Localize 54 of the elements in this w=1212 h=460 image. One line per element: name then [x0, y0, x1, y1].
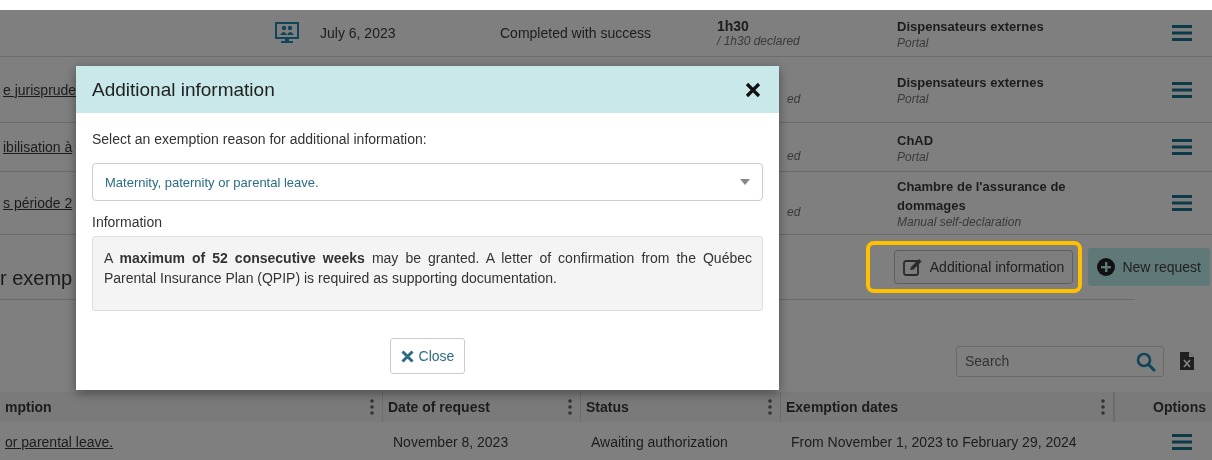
- column-header: Date of request: [388, 399, 490, 415]
- column-header: Exemption dates: [786, 399, 899, 415]
- activity-link[interactable]: ibilisation à: [0, 139, 76, 155]
- additional-info-button[interactable]: Additional information: [893, 250, 1074, 284]
- column-menu-icon[interactable]: [568, 399, 572, 415]
- column-menu-icon[interactable]: [768, 399, 772, 415]
- provider-name: ChAD: [897, 131, 935, 150]
- channel-text: Portal: [897, 35, 930, 50]
- channel-text: Portal: [897, 149, 930, 164]
- search-icon[interactable]: [1136, 351, 1156, 372]
- search-field[interactable]: Search: [956, 345, 1164, 377]
- exemption-link[interactable]: or parental leave.: [0, 434, 383, 450]
- provider-name: Dispensateurs externes: [897, 17, 1045, 36]
- declared-duration: ed: [787, 205, 801, 219]
- close-icon: [400, 349, 414, 363]
- menu-icon[interactable]: [1172, 81, 1192, 98]
- table-cell-text: November 8, 2023: [392, 434, 510, 450]
- provider-name: Dispensateurs externes: [897, 74, 1045, 92]
- monitor-icon: [275, 22, 299, 44]
- table-cell-text: From November 1, 2023 to February 29, 2024: [790, 434, 1078, 450]
- provider-name: Chambre de l'assurance de dommages: [897, 178, 1067, 215]
- spreadsheet-file-icon[interactable]: [1180, 352, 1194, 370]
- menu-icon[interactable]: [1172, 25, 1192, 41]
- section-title: r exemp: [0, 266, 73, 290]
- info-label: Information: [92, 214, 164, 230]
- activity-status: Completed with success: [500, 25, 652, 41]
- edit-icon: [902, 258, 923, 276]
- column-menu-icon[interactable]: [370, 399, 374, 415]
- dialog-title: Additional information: [92, 78, 275, 101]
- channel-text: Portal: [897, 92, 930, 106]
- column-header: Options: [1153, 399, 1206, 415]
- column-menu-icon[interactable]: [1101, 399, 1105, 415]
- menu-icon[interactable]: [1172, 139, 1192, 155]
- dropdown-caret-icon: [740, 179, 750, 185]
- add-icon: [1097, 258, 1116, 276]
- column-header: Status: [586, 399, 629, 415]
- activity-link[interactable]: e jurisprude: [0, 81, 76, 98]
- activity-date: July 6, 2023: [320, 25, 397, 41]
- menu-icon[interactable]: [1172, 195, 1192, 211]
- declared-duration: ed: [787, 149, 801, 163]
- duration-text: 1h30: [716, 18, 750, 34]
- close-icon[interactable]: [745, 81, 761, 98]
- channel-text: Manual self-declaration: [897, 215, 1023, 229]
- column-header: mption: [5, 399, 52, 415]
- table-cell-text: Awaiting authorization: [590, 434, 729, 450]
- prompt-text: Select an exemption reason for additional information:: [92, 131, 428, 147]
- info-text: A maximum of 52 consecutive weeks may be granted. A letter of confirmation from the Québec Parental Insurance Plan (QPIP) is required as supporting documentation.: [92, 236, 763, 311]
- reason-dropdown[interactable]: Maternity, paternity or parental leave.: [92, 163, 763, 201]
- new-request-button[interactable]: New request: [1088, 248, 1210, 286]
- declared-duration: ed: [787, 91, 801, 106]
- menu-icon[interactable]: [1172, 434, 1192, 450]
- activity-link[interactable]: s période 2: [0, 195, 76, 211]
- close-button[interactable]: Close: [389, 338, 466, 374]
- declared-duration: / 1h30 declared: [715, 34, 801, 48]
